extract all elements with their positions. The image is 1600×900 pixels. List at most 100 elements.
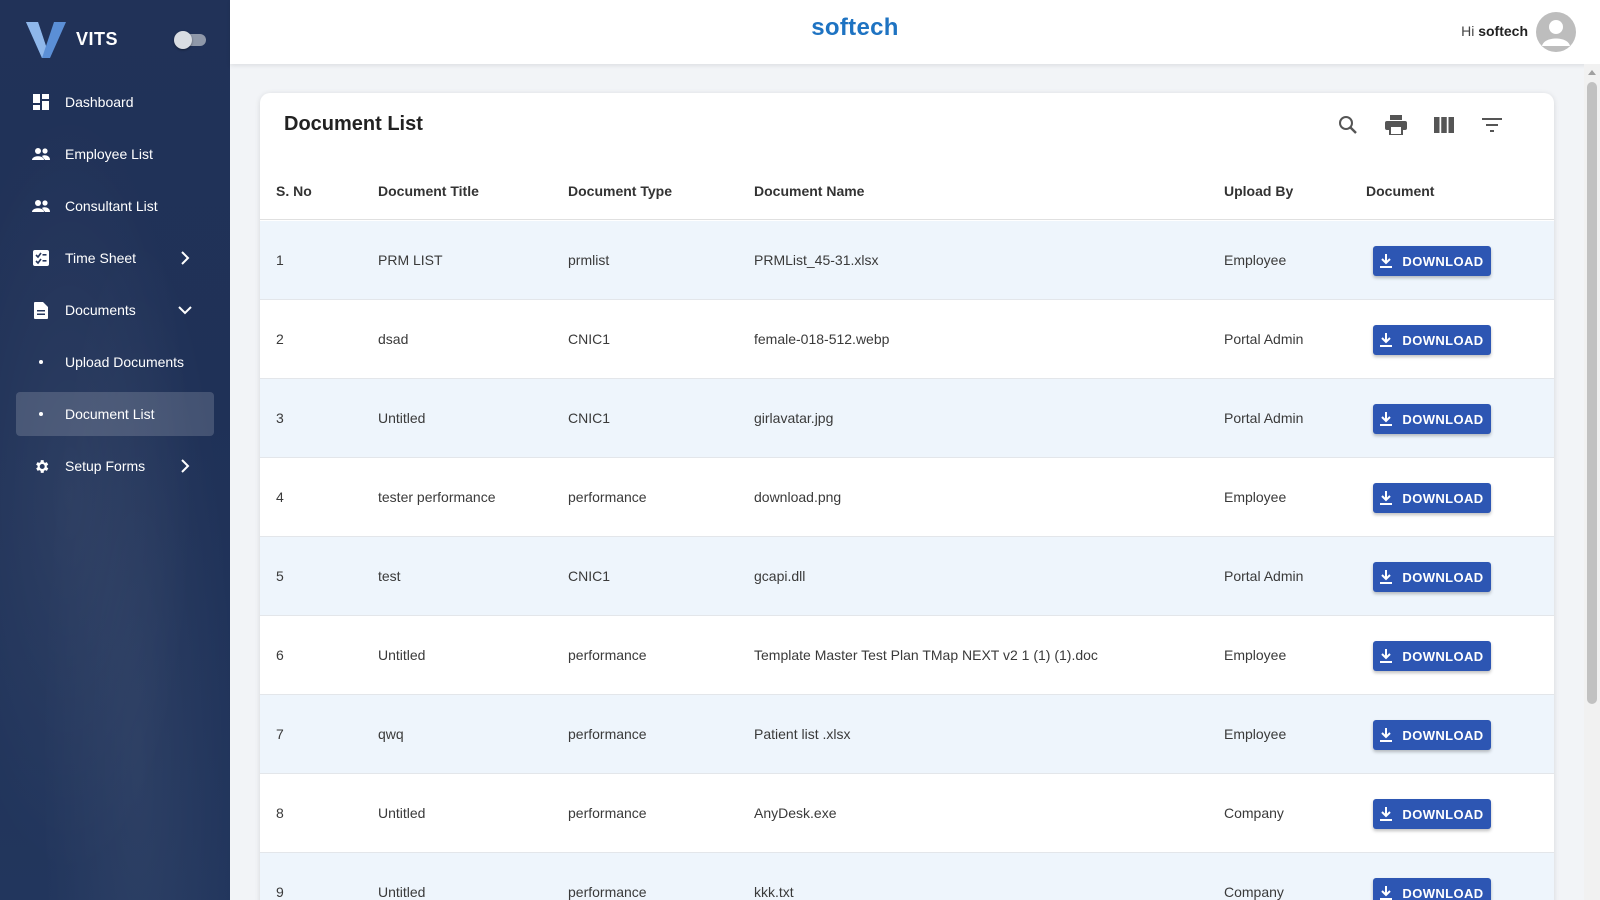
user-avatar-icon (1542, 20, 1570, 46)
filter-button[interactable] (1468, 111, 1516, 139)
download-label: DOWNLOAD (1402, 569, 1484, 585)
row-sno: 2 (276, 331, 284, 347)
download-icon (1380, 807, 1393, 821)
table-header: S. No Document Title Document Type Docum… (260, 163, 1554, 220)
view-columns-icon (1434, 117, 1454, 133)
download-icon (1380, 886, 1393, 900)
print-button[interactable] (1372, 111, 1420, 139)
document-list-card: Document List S. No Document Title Docum… (260, 93, 1554, 900)
sidebar-nav: Dashboard Employee List Consultant List … (16, 80, 214, 496)
row-upload-by: Portal Admin (1224, 331, 1304, 347)
row-type: CNIC1 (568, 568, 611, 584)
table-toolbar (1324, 111, 1516, 139)
column-header[interactable]: S. No (276, 163, 312, 219)
row-title: Untitled (378, 884, 426, 900)
download-button[interactable]: DOWNLOAD (1373, 404, 1491, 434)
user-greeting: Hi softech (1461, 23, 1528, 39)
row-type: performance (568, 489, 647, 505)
download-button[interactable]: DOWNLOAD (1373, 641, 1491, 671)
row-type: performance (568, 726, 647, 742)
row-sno: 4 (276, 489, 284, 505)
greeting-prefix: Hi (1461, 23, 1475, 39)
vits-logo (26, 22, 66, 58)
row-sno: 7 (276, 726, 284, 742)
page-title: Document List (284, 113, 423, 135)
row-name: PRMList_45-31.xlsx (754, 252, 879, 268)
scroll-thumb[interactable] (1587, 82, 1597, 704)
row-name: kkk.txt (754, 884, 794, 900)
row-sno: 1 (276, 252, 284, 268)
column-header[interactable]: Document Title (378, 163, 479, 219)
sidebar-item-label: Setup Forms (65, 458, 146, 474)
column-header[interactable]: Document (1366, 163, 1434, 219)
sidebar-item-consultant-list[interactable]: Consultant List (16, 184, 214, 228)
row-name: girlavatar.jpg (754, 410, 834, 426)
sidebar-item-upload-documents[interactable]: Upload Documents (16, 340, 214, 384)
row-type: performance (568, 884, 647, 900)
sidebar-item-label: Upload Documents (65, 354, 185, 370)
sidebar-item-employee-list[interactable]: Employee List (16, 132, 214, 176)
document-icon (32, 301, 50, 319)
sidebar-item-setup-forms[interactable]: Setup Forms (16, 444, 214, 488)
sidebar-item-label: Document List (65, 406, 155, 422)
scroll-up-icon[interactable] (1588, 70, 1596, 75)
download-icon (1380, 412, 1393, 426)
avatar[interactable] (1536, 12, 1576, 52)
row-title: Untitled (378, 647, 426, 663)
row-title: qwq (378, 726, 404, 742)
people-icon (32, 145, 50, 163)
download-button[interactable]: DOWNLOAD (1373, 720, 1491, 750)
column-header[interactable]: Upload By (1224, 163, 1293, 219)
sidebar-item-label: Consultant List (65, 198, 158, 214)
sidebar-item-dashboard[interactable]: Dashboard (16, 80, 214, 124)
row-upload-by: Employee (1224, 489, 1287, 505)
download-icon (1380, 491, 1393, 505)
page-scrollbar[interactable] (1584, 64, 1600, 900)
bullet-icon (32, 412, 50, 416)
timesheet-icon (32, 249, 50, 267)
chevron-right-icon (181, 459, 190, 473)
table-row: 8 Untitled performance AnyDesk.exe Company DO… (260, 774, 1554, 853)
table-row: 2 dsad CNIC1 female-018-512.webp Portal Admi… (260, 300, 1554, 379)
download-icon (1380, 254, 1393, 268)
row-title: Untitled (378, 410, 426, 426)
table-row: 3 Untitled CNIC1 girlavatar.jpg Portal Admin… (260, 379, 1554, 458)
download-button[interactable]: DOWNLOAD (1373, 799, 1491, 829)
row-name: Patient list .xlsx (754, 726, 851, 742)
download-button[interactable]: DOWNLOAD (1373, 325, 1491, 355)
app-name: VITS (76, 28, 119, 49)
row-sno: 3 (276, 410, 284, 426)
row-upload-by: Employee (1224, 726, 1287, 742)
view-columns-button[interactable] (1420, 111, 1468, 139)
sidebar-item-label: Dashboard (65, 94, 134, 110)
sidebar: VITS Dashboard Employee List Consultant … (0, 0, 230, 900)
sidebar-toggle[interactable] (174, 31, 206, 49)
download-button[interactable]: DOWNLOAD (1373, 878, 1491, 900)
column-header[interactable]: Document Type (568, 163, 672, 219)
download-button[interactable]: DOWNLOAD (1373, 562, 1491, 592)
column-header[interactable]: Document Name (754, 163, 864, 219)
download-button[interactable]: DOWNLOAD (1373, 246, 1491, 276)
download-icon (1380, 333, 1393, 347)
download-label: DOWNLOAD (1402, 411, 1484, 427)
row-type: prmlist (568, 252, 610, 268)
row-name: Template Master Test Plan TMap NEXT v2 1… (754, 647, 1098, 663)
row-upload-by: Company (1224, 884, 1284, 900)
dashboard-icon (32, 93, 50, 111)
sidebar-item-document-list[interactable]: Document List (16, 392, 214, 436)
row-upload-by: Portal Admin (1224, 568, 1304, 584)
row-title: tester performance (378, 489, 496, 505)
row-type: CNIC1 (568, 410, 611, 426)
row-sno: 5 (276, 568, 284, 584)
sidebar-item-time-sheet[interactable]: Time Sheet (16, 236, 214, 280)
print-icon (1385, 115, 1407, 135)
brand[interactable]: VITS (26, 20, 118, 58)
row-type: performance (568, 647, 647, 663)
sidebar-item-documents[interactable]: Documents (16, 288, 214, 332)
download-icon (1380, 649, 1393, 663)
download-icon (1380, 570, 1393, 584)
download-label: DOWNLOAD (1402, 885, 1484, 900)
row-name: AnyDesk.exe (754, 805, 837, 821)
download-button[interactable]: DOWNLOAD (1373, 483, 1491, 513)
search-button[interactable] (1324, 111, 1372, 139)
